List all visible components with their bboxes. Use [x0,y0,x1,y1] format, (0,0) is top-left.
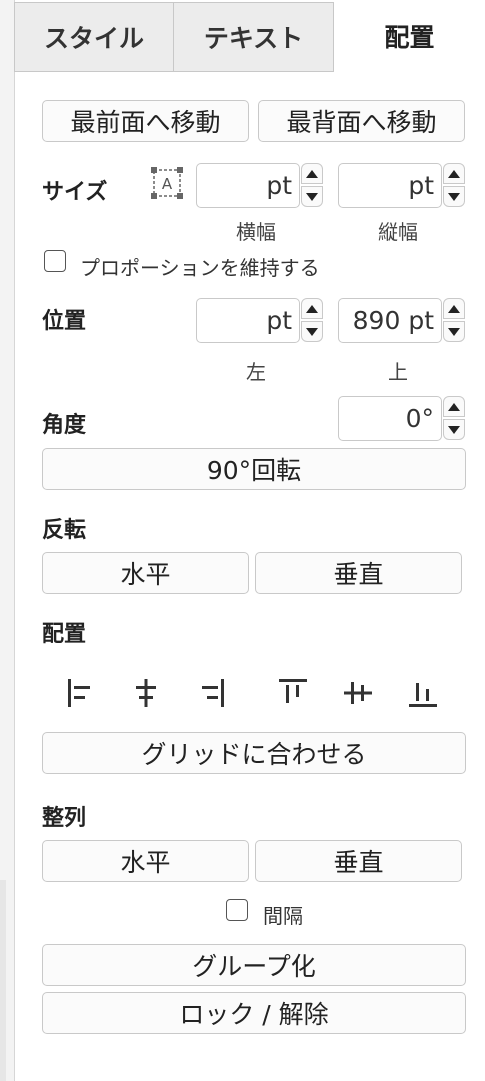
align-left-icon[interactable] [63,675,99,711]
flip-horizontal-button[interactable]: 水平 [42,552,249,594]
left-increment-button[interactable] [301,298,323,319]
spacing-label: 間隔 [263,904,303,928]
position-label: 位置 [42,309,87,334]
width-increment-button[interactable] [301,163,323,184]
group-button[interactable]: グループ化 [42,944,466,986]
left-stepper [301,298,323,343]
width-input[interactable]: pt [196,163,300,208]
align-center-icon[interactable] [128,675,164,711]
align-label: 配置 [42,622,87,647]
left-decrement-button[interactable] [301,321,323,342]
angle-decrement-button[interactable] [443,419,465,440]
keep-proportions-checkbox[interactable] [44,250,66,272]
width-decrement-button[interactable] [301,186,323,207]
left-caption: 左 [246,360,266,384]
svg-text:A: A [162,175,173,193]
distribute-vertical-button[interactable]: 垂直 [255,840,462,882]
height-caption: 縦幅 [378,220,418,244]
top-input[interactable]: 890 pt [338,298,442,343]
width-stepper [301,163,323,208]
distribute-horizontal-button[interactable]: 水平 [42,840,249,882]
lock-unlock-button[interactable]: ロック / 解除 [42,992,466,1034]
height-increment-button[interactable] [443,163,465,184]
top-stepper [443,298,465,343]
angle-input[interactable]: 0° [338,396,442,441]
height-input[interactable]: pt [338,163,442,208]
distribute-label: 整列 [42,806,87,831]
size-label: サイズ [42,180,108,205]
width-caption: 横幅 [236,220,276,244]
to-front-button[interactable]: 最前面へ移動 [42,100,249,142]
height-decrement-button[interactable] [443,186,465,207]
angle-label: 角度 [42,413,87,438]
angle-stepper [443,396,465,441]
top-caption: 上 [388,360,408,384]
keep-proportions-label: プロポーションを維持する [80,256,320,280]
spacing-checkbox[interactable] [226,899,248,921]
align-top-icon[interactable] [275,675,311,711]
height-stepper [443,163,465,208]
flip-vertical-button[interactable]: 垂直 [255,552,462,594]
top-decrement-button[interactable] [443,321,465,342]
snap-to-grid-button[interactable]: グリッドに合わせる [42,732,466,774]
align-right-icon[interactable] [193,675,229,711]
flip-label: 反転 [42,518,87,543]
format-tabs: スタイル テキスト 配置 [14,0,485,72]
rotate-90-button[interactable]: 90°回転 [42,448,466,490]
scrollbar-track[interactable] [0,880,6,1081]
tab-style[interactable]: スタイル [14,2,174,72]
tab-text[interactable]: テキスト [173,2,334,72]
to-back-button[interactable]: 最背面へ移動 [258,100,465,142]
angle-increment-button[interactable] [443,396,465,417]
tab-arrange[interactable]: 配置 [334,2,485,70]
align-bottom-icon[interactable] [405,675,441,711]
left-input[interactable]: pt [196,298,300,343]
left-panel-edge [0,0,15,1081]
align-middle-icon[interactable] [340,675,376,711]
autosize-icon[interactable]: A [150,166,184,200]
top-increment-button[interactable] [443,298,465,319]
